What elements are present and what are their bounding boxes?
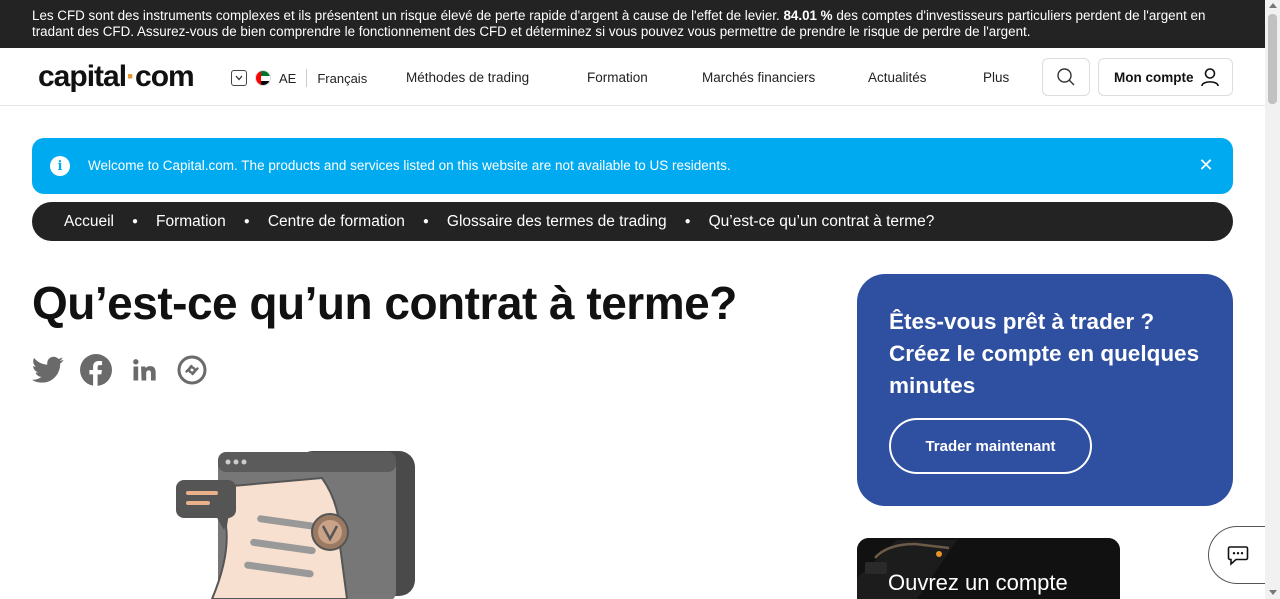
user-icon (1201, 68, 1219, 87)
signup-promo-card: Êtes-vous prêt à trader ? Créez le compt… (857, 274, 1233, 506)
region-code[interactable]: AE (279, 71, 296, 86)
risk-text-before: Les CFD sont des instruments complexes e… (32, 8, 784, 23)
us-residents-notice: i Welcome to Capital.com. The products a… (32, 138, 1233, 194)
language-selector[interactable]: AE Français (231, 68, 367, 88)
copy-link-icon (177, 355, 207, 385)
logo-text-part1: capital (38, 60, 127, 93)
breadcrumb-home[interactable]: Accueil (64, 213, 114, 231)
site-header: capital·com AE Français Méthodes de trad… (0, 48, 1265, 106)
nav-news[interactable]: Actualités (868, 70, 927, 85)
breadcrumb-current: Qu’est-ce qu’un contrat à terme? (708, 212, 935, 230)
scroll-down-arrow-icon[interactable] (1269, 590, 1277, 595)
breadcrumb-separator: ● (684, 216, 691, 227)
capital-com-logo[interactable]: capital·com (38, 60, 195, 94)
scroll-up-arrow-icon[interactable] (1269, 3, 1277, 8)
twitter-share-button[interactable] (32, 354, 64, 386)
nav-financial-markets[interactable]: Marchés financiers (702, 70, 815, 85)
search-button[interactable] (1042, 58, 1090, 96)
nav-more[interactable]: Plus (983, 70, 1009, 85)
promo-title: Êtes-vous prêt à trader ? Créez le compt… (889, 309, 1200, 398)
uae-flag-icon (255, 70, 271, 86)
account-button[interactable]: Mon compte (1098, 58, 1233, 96)
logo-dot: · (126, 60, 136, 93)
copy-link-share-button[interactable] (176, 354, 208, 386)
page-title: Qu’est-ce qu’un contrat à terme? (32, 277, 737, 329)
open-account-text: Ouvrez un compte (888, 570, 1068, 595)
nav-formation[interactable]: Formation (587, 70, 648, 85)
twitter-icon (32, 356, 64, 383)
language-divider (306, 69, 308, 87)
linkedin-share-button[interactable] (128, 354, 160, 386)
notice-message: Welcome to Capital.com. The products and… (88, 158, 731, 173)
risk-percentage: 84.01 % (783, 8, 833, 23)
nav-trading-methods[interactable]: Méthodes de trading (406, 70, 529, 85)
risk-warning-banner: Les CFD sont des instruments complexes e… (0, 0, 1265, 48)
scrollbar-thumb[interactable] (1268, 14, 1277, 104)
chat-button[interactable] (1208, 526, 1270, 584)
open-account-app-card[interactable]: Ouvrez un compte (857, 538, 1120, 599)
chevron-down-icon[interactable] (231, 70, 247, 86)
search-icon (1057, 68, 1075, 86)
account-label: Mon compte (1114, 69, 1194, 85)
breadcrumb-formation[interactable]: Formation (156, 213, 226, 231)
contract-illustration (176, 451, 415, 599)
facebook-icon (80, 354, 112, 386)
trade-now-button[interactable]: Trader maintenant (889, 418, 1092, 474)
breadcrumb-separator: ● (131, 216, 139, 227)
close-icon[interactable]: ✕ (1196, 155, 1216, 175)
chat-icon (1227, 546, 1249, 566)
breadcrumb-separator: ● (422, 216, 429, 227)
linkedin-icon (133, 359, 156, 381)
info-icon: i (50, 156, 70, 176)
breadcrumb: Accueil ● Formation ● Centre de formatio… (32, 202, 1233, 241)
breadcrumb-glossary[interactable]: Glossaire des termes de trading (447, 213, 667, 231)
language-label[interactable]: Français (317, 71, 367, 86)
facebook-share-button[interactable] (80, 354, 112, 386)
breadcrumb-separator: ● (243, 216, 250, 227)
breadcrumb-learning-center[interactable]: Centre de formation (268, 213, 405, 231)
page-scrollbar[interactable] (1265, 0, 1280, 599)
logo-text-part2: com (135, 60, 195, 93)
